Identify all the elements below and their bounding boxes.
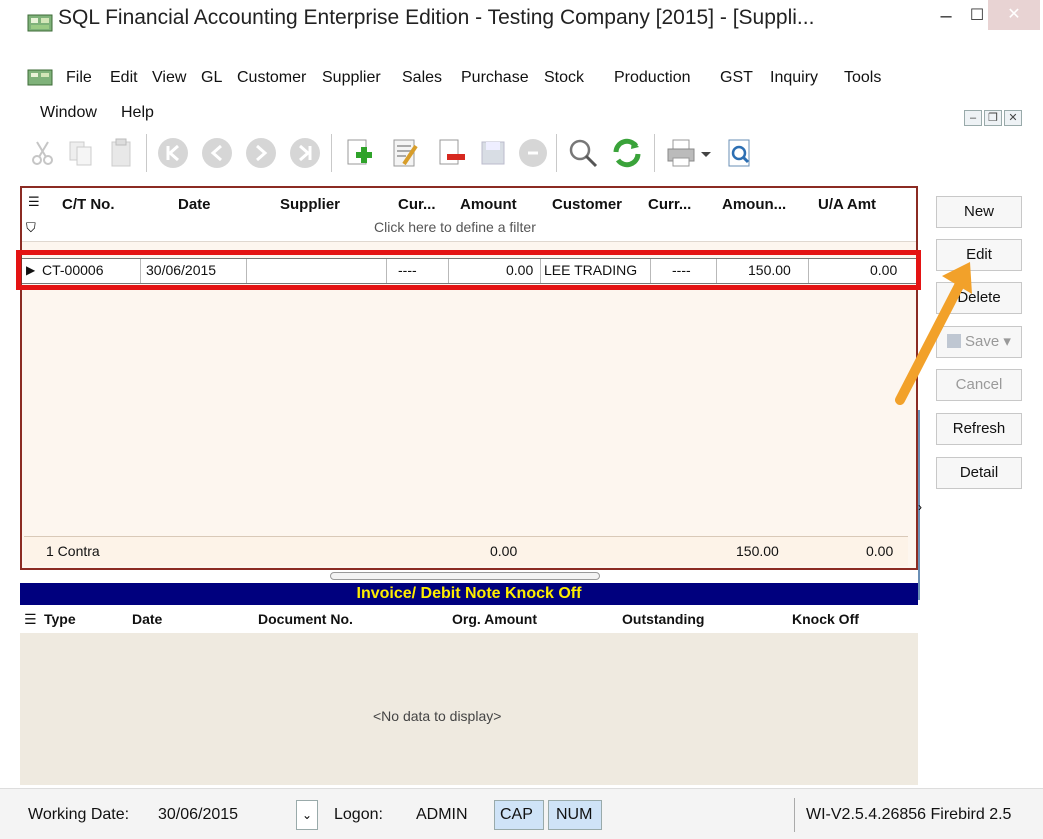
working-date-label: Working Date:: [28, 806, 130, 823]
ko-column-date[interactable]: Date: [132, 611, 162, 627]
cut-icon[interactable]: [26, 136, 60, 170]
splitter-handle[interactable]: [330, 572, 600, 580]
menu-customer[interactable]: Customer: [237, 69, 306, 87]
knockoff-header: ☰ Type Date Document No. Org. Amount Out…: [20, 605, 918, 633]
footer-ua-amt: 0.00: [866, 543, 894, 559]
toolbar-separator: [146, 134, 147, 172]
chevron-down-icon: ⌄: [301, 808, 313, 822]
footer-customer-amount: 150.00: [736, 543, 779, 559]
column-customer-currency[interactable]: Curr...: [648, 196, 691, 213]
menu-help[interactable]: Help: [121, 104, 154, 122]
mdi-close-icon: ✕: [1008, 112, 1018, 124]
logon-user: ADMIN: [416, 806, 468, 823]
row-highlight-box: [16, 250, 921, 290]
menu-purchase[interactable]: Purchase: [461, 69, 529, 87]
knockoff-title: Invoice/ Debit Note Knock Off: [20, 583, 918, 605]
grid-footer: 1 Contra 0.00 150.00 0.00: [24, 536, 908, 566]
column-supplier[interactable]: Supplier: [280, 196, 340, 213]
toolbar-separator: [331, 134, 332, 172]
toolbar: [20, 132, 930, 180]
date-dropdown-button[interactable]: ⌄: [296, 800, 318, 830]
close-button[interactable]: ✕: [988, 0, 1040, 30]
mdi-restore-icon: ❐: [988, 112, 998, 124]
print-preview-icon[interactable]: [722, 136, 756, 170]
mdi-minimize-button[interactable]: –: [964, 110, 982, 126]
column-customer-amount[interactable]: Amoun...: [722, 196, 786, 213]
mdi-minimize-icon: –: [969, 112, 977, 124]
menu-supplier[interactable]: Supplier: [322, 69, 381, 87]
column-chooser-icon[interactable]: ☰: [28, 194, 40, 210]
save-disk-icon[interactable]: [476, 136, 510, 170]
footer-amount: 0.00: [490, 543, 518, 559]
menu-gl[interactable]: GL: [201, 69, 222, 87]
menu-inquiry[interactable]: Inquiry: [770, 69, 818, 87]
close-icon: ✕: [1007, 6, 1021, 23]
column-amount[interactable]: Amount: [460, 196, 517, 213]
print-icon[interactable]: [664, 136, 698, 170]
column-ua-amt[interactable]: U/A Amt: [818, 196, 876, 213]
menu-stock[interactable]: Stock: [544, 69, 584, 87]
ko-column-type[interactable]: Type: [44, 611, 76, 627]
num-label: NUM: [556, 806, 593, 823]
column-supplier-currency[interactable]: Cur...: [398, 196, 436, 213]
minimize-icon: ‒: [940, 5, 952, 27]
minimize-button[interactable]: ‒: [931, 4, 961, 30]
working-date-value: 30/06/2015: [158, 806, 239, 823]
ko-column-outstanding[interactable]: Outstanding: [622, 611, 704, 627]
chevron-down-icon: ▾: [1003, 333, 1011, 350]
ko-column-org-amount[interactable]: Org. Amount: [452, 611, 537, 627]
search-icon[interactable]: [566, 136, 600, 170]
contra-grid[interactable]: ☰ C/T No. Date Supplier Cur... Amount Cu…: [20, 186, 918, 570]
paste-icon[interactable]: [104, 136, 138, 170]
filter-row[interactable]: ⛉ Click here to define a filter: [22, 214, 916, 242]
delete-document-icon[interactable]: [434, 136, 468, 170]
toolbar-separator: [556, 134, 557, 172]
version-text: WI-V2.5.4.26856 Firebird 2.5: [806, 806, 1012, 823]
annotation-arrow: [895, 262, 972, 405]
previous-record-icon[interactable]: [200, 136, 234, 170]
logon-label: Logon:: [334, 806, 383, 823]
menu-sales[interactable]: Sales: [402, 69, 442, 87]
filter-hint: Click here to define a filter: [374, 219, 536, 235]
mdi-restore-button[interactable]: ❐: [984, 110, 1002, 126]
mdi-app-icon: [27, 69, 53, 86]
column-chooser-icon[interactable]: ☰: [24, 611, 37, 628]
last-record-icon[interactable]: [288, 136, 322, 170]
maximize-icon: ☐: [969, 7, 985, 24]
column-customer[interactable]: Customer: [552, 196, 622, 213]
expand-arrow-icon[interactable]: ›: [918, 500, 922, 514]
refresh-icon[interactable]: [610, 136, 644, 170]
detail-button[interactable]: Detail: [936, 457, 1022, 489]
first-record-icon[interactable]: [156, 136, 190, 170]
cap-label: CAP: [500, 806, 533, 823]
menu-edit[interactable]: Edit: [110, 69, 138, 87]
new-document-icon[interactable]: [342, 136, 376, 170]
new-button[interactable]: New: [936, 196, 1022, 228]
copy-icon[interactable]: [64, 136, 98, 170]
next-record-icon[interactable]: [244, 136, 278, 170]
menu-window[interactable]: Window: [40, 104, 97, 122]
filter-icon: ⛉: [26, 220, 36, 235]
mdi-close-button[interactable]: ✕: [1004, 110, 1022, 126]
print-dropdown-icon[interactable]: [698, 136, 714, 170]
cancel-icon[interactable]: [516, 136, 550, 170]
window-title: SQL Financial Accounting Enterprise Edit…: [58, 6, 815, 29]
column-ct-no[interactable]: C/T No.: [62, 196, 115, 213]
toolbar-separator: [654, 134, 655, 172]
ko-column-document-no[interactable]: Document No.: [258, 611, 353, 627]
column-date[interactable]: Date: [178, 196, 211, 213]
menu-view[interactable]: View: [152, 69, 186, 87]
menu-tools[interactable]: Tools: [844, 69, 881, 87]
ko-column-knock-off[interactable]: Knock Off: [792, 611, 859, 627]
menu-production[interactable]: Production: [614, 69, 691, 87]
grid-header: ☰ C/T No. Date Supplier Cur... Amount Cu…: [22, 188, 916, 214]
edit-document-icon[interactable]: [388, 136, 422, 170]
empty-state: <No data to display>: [373, 708, 502, 724]
footer-count: 1 Contra: [46, 543, 100, 559]
app-icon: [27, 14, 53, 32]
menu-file[interactable]: File: [66, 69, 92, 87]
menu-gst[interactable]: GST: [720, 69, 753, 87]
